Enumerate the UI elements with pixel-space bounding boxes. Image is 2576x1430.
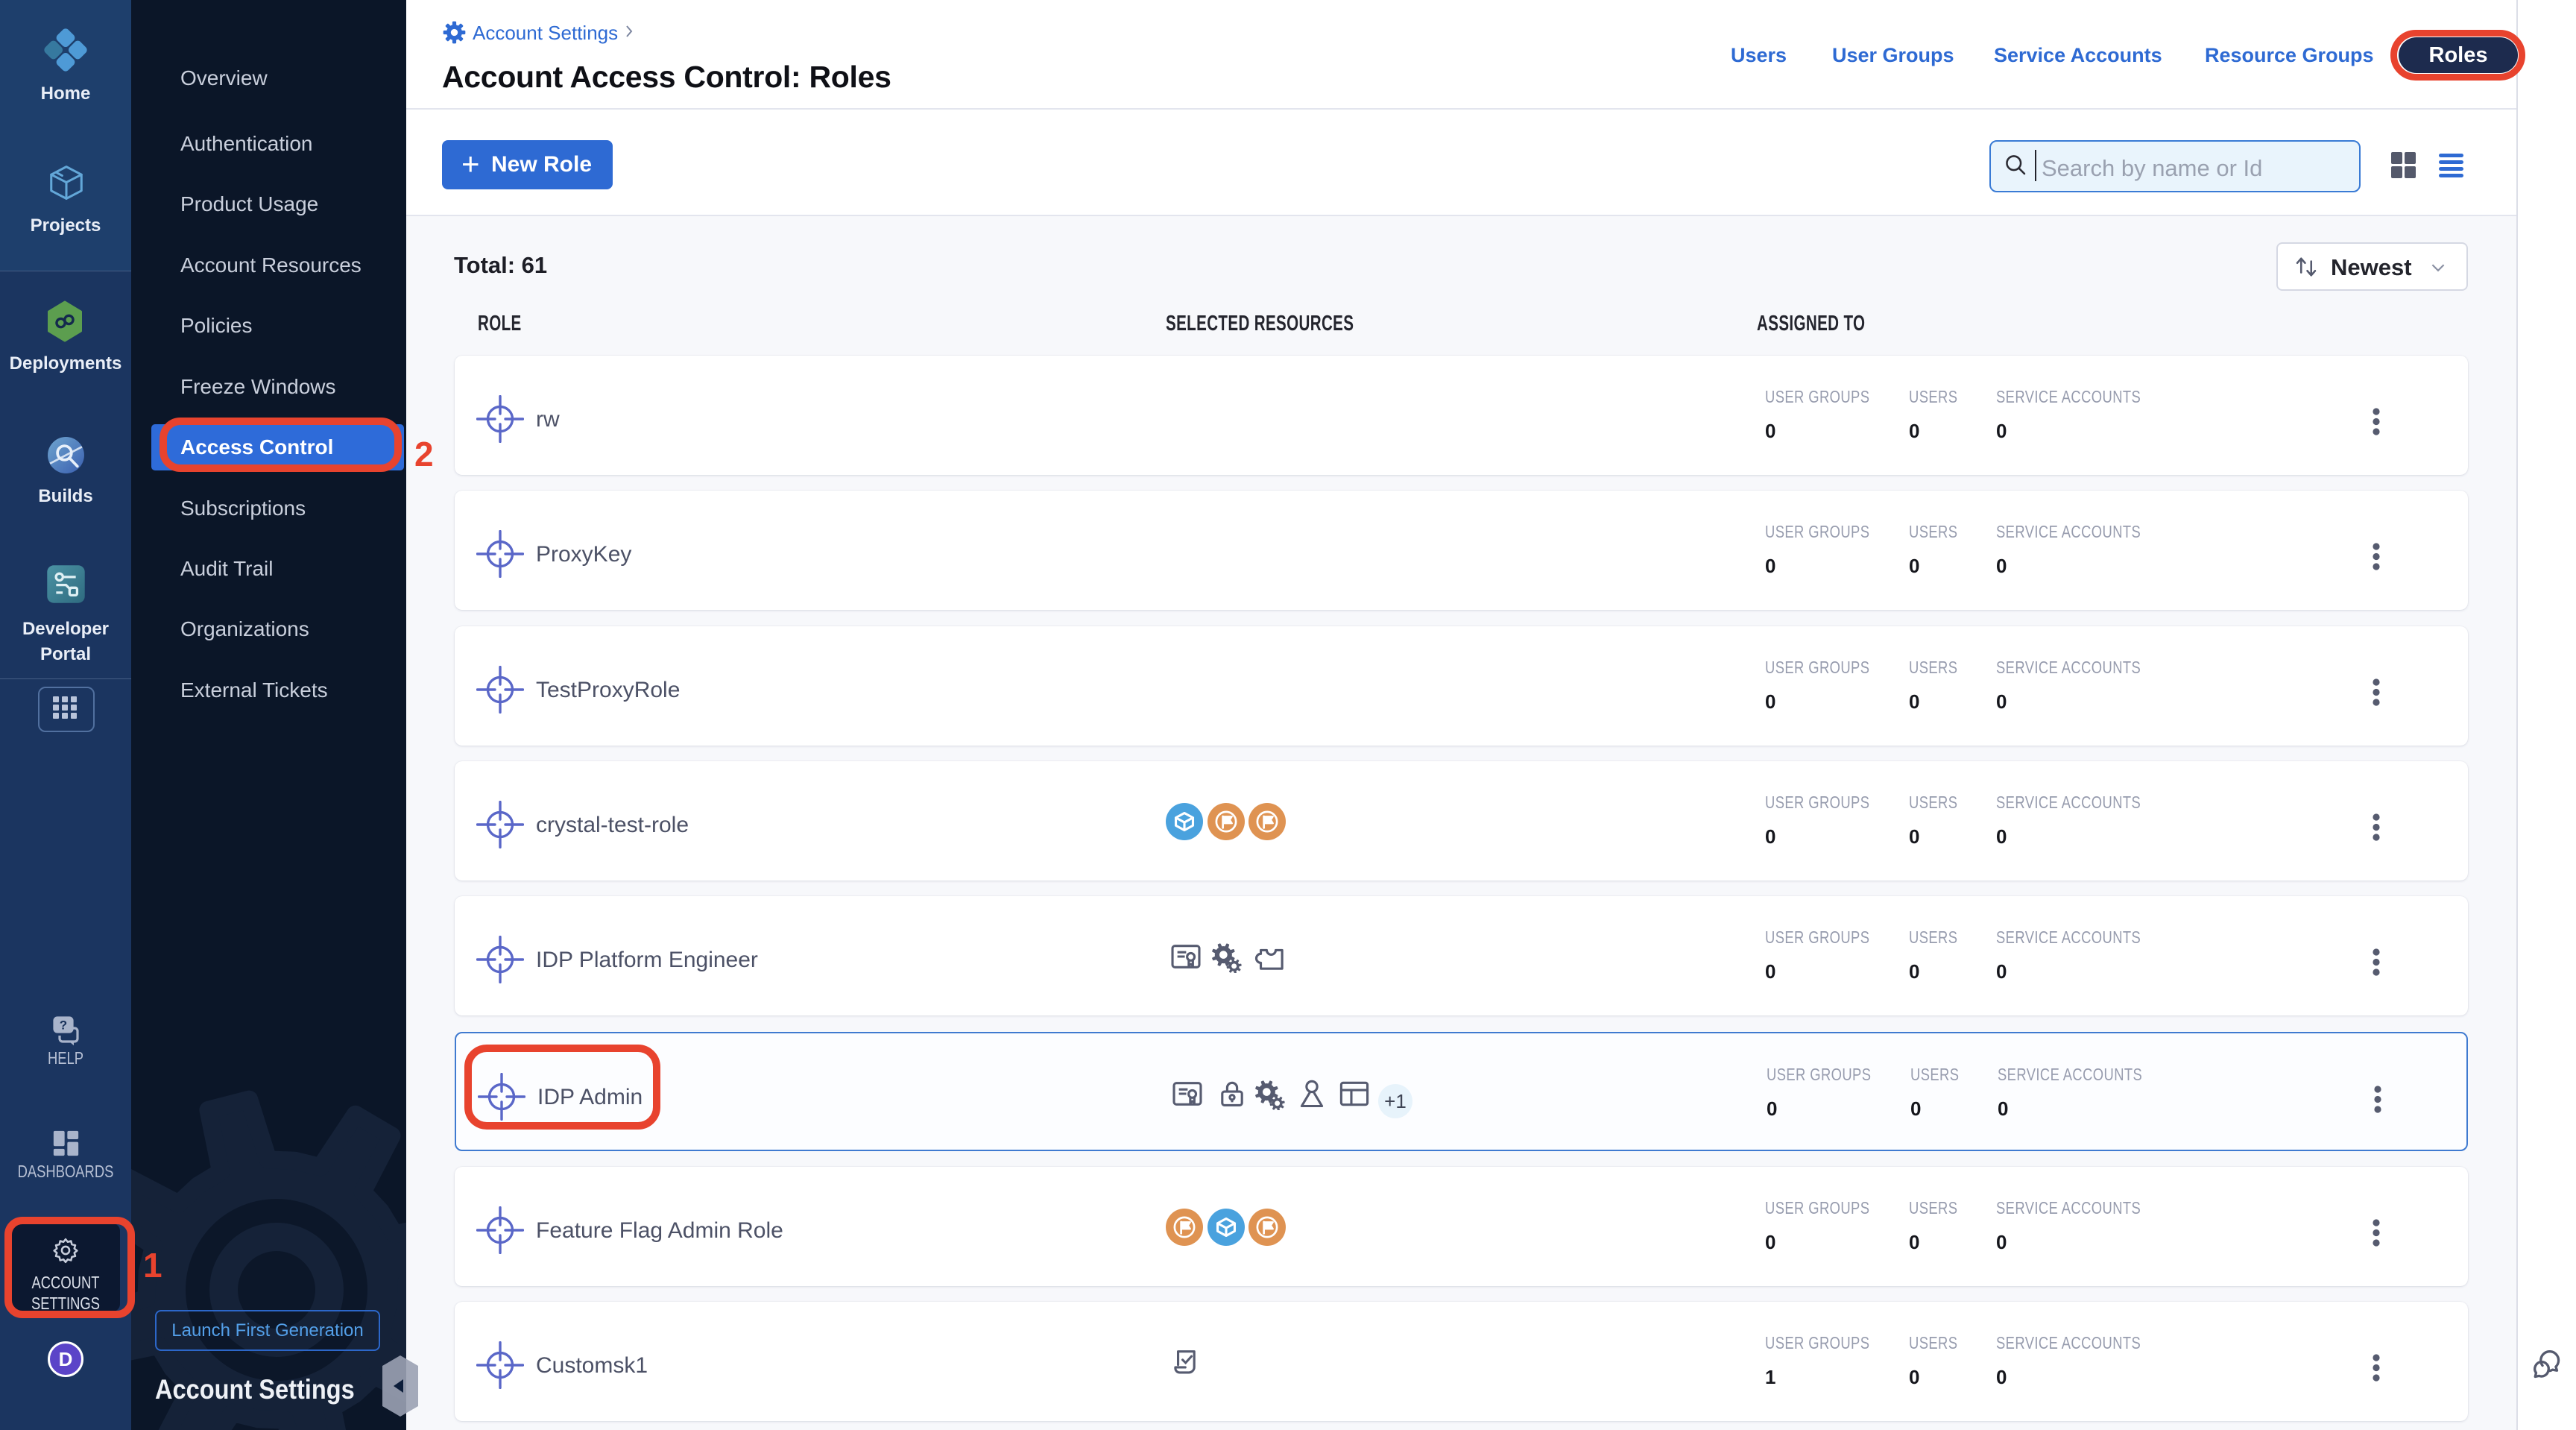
svg-text:?: ? [60,1018,67,1033]
